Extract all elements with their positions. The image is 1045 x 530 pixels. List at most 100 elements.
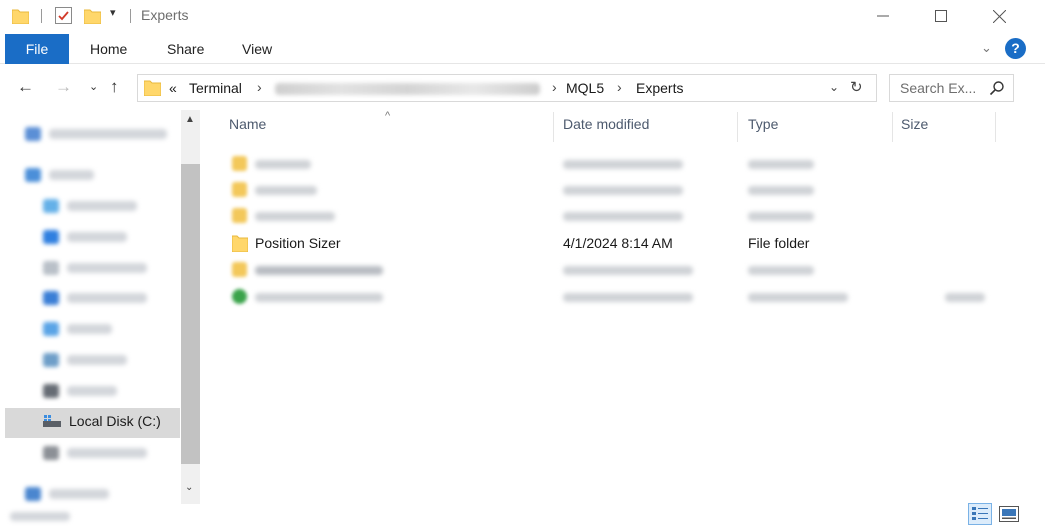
- nav-item-label-redacted: [49, 489, 109, 499]
- file-row[interactable]: [225, 284, 985, 310]
- nav-item-local-disk[interactable]: Local Disk (C:): [43, 413, 161, 429]
- file-row[interactable]: [225, 151, 985, 177]
- breadcrumb-separator[interactable]: ›: [552, 79, 557, 95]
- file-date: 4/1/2024 8:14 AM: [563, 235, 673, 251]
- breadcrumb-redacted[interactable]: [275, 83, 540, 95]
- nav-item-3d-objects[interactable]: [43, 194, 137, 218]
- breadcrumb-terminal[interactable]: Terminal: [189, 80, 242, 96]
- column-header-name[interactable]: Name: [229, 116, 266, 146]
- nav-item-network[interactable]: [25, 482, 109, 506]
- window-title: Experts: [141, 7, 189, 23]
- nav-item-cd-drive[interactable]: [43, 441, 147, 465]
- maximize-button[interactable]: [918, 0, 964, 32]
- nav-item-label-redacted: [67, 293, 147, 303]
- title-bar: ▾ Experts: [0, 0, 1045, 32]
- nav-item-videos[interactable]: [43, 379, 117, 403]
- tab-home[interactable]: Home: [90, 34, 127, 64]
- document-icon: [43, 261, 59, 275]
- file-row[interactable]: [225, 203, 985, 229]
- expand-ribbon-icon[interactable]: ⌄: [981, 40, 992, 56]
- folder-icon: [232, 262, 247, 277]
- file-name: Position Sizer: [255, 235, 341, 251]
- nav-item-this-pc[interactable]: [25, 163, 94, 187]
- details-view-button[interactable]: [968, 503, 992, 525]
- refresh-icon[interactable]: ↻: [850, 78, 863, 96]
- nav-item-label: Local Disk (C:): [69, 413, 161, 429]
- divider: [41, 9, 42, 23]
- close-button[interactable]: [976, 0, 1022, 32]
- status-item-count-redacted: [10, 512, 70, 521]
- tab-view[interactable]: View: [242, 34, 272, 64]
- nav-item-music[interactable]: [43, 317, 112, 341]
- file-row[interactable]: Position Sizer 4/1/2024 8:14 AM File fol…: [225, 231, 985, 257]
- scroll-up-icon[interactable]: ▲: [185, 114, 195, 125]
- folder-icon: [232, 208, 247, 223]
- file-name-redacted: [255, 186, 317, 195]
- help-icon[interactable]: ?: [1005, 38, 1026, 59]
- recent-locations-icon[interactable]: ⌄: [89, 80, 98, 93]
- new-folder-icon[interactable]: [84, 8, 101, 24]
- column-divider[interactable]: [737, 112, 738, 142]
- file-size-redacted: [945, 293, 985, 302]
- video-icon: [43, 384, 59, 398]
- search-input[interactable]: Search Ex...: [900, 80, 976, 96]
- breadcrumb-separator[interactable]: ›: [257, 79, 262, 95]
- nav-item-label-redacted: [67, 201, 137, 211]
- cloud-icon: [25, 127, 41, 141]
- drive-icon: [43, 415, 61, 427]
- minimize-icon: [877, 15, 889, 17]
- column-divider[interactable]: [892, 112, 893, 142]
- navigation-pane: Local Disk (C:) ▲ ⌄: [0, 110, 200, 530]
- ribbon: File Home Share View ⌄ ?: [0, 34, 1045, 64]
- customize-quick-access-icon[interactable]: ▾: [110, 6, 116, 24]
- file-row[interactable]: [225, 257, 985, 283]
- music-icon: [43, 322, 59, 336]
- nav-item-onedrive[interactable]: [25, 122, 167, 146]
- picture-icon: [43, 353, 59, 367]
- tab-share[interactable]: Share: [167, 34, 204, 64]
- address-bar[interactable]: « Terminal › › MQL5 › Experts ⌄ ↻: [137, 74, 877, 102]
- file-type-redacted: [748, 186, 814, 195]
- file-name-redacted: [255, 266, 383, 275]
- column-divider[interactable]: [553, 112, 554, 142]
- folder-icon[interactable]: [12, 8, 29, 24]
- breadcrumb-overflow[interactable]: «: [169, 80, 177, 96]
- column-header-date[interactable]: Date modified: [563, 116, 649, 146]
- folder-icon: [232, 235, 248, 252]
- file-type-redacted: [748, 266, 814, 275]
- nav-item-label-redacted: [67, 263, 147, 273]
- chevron-down-icon[interactable]: ⌄: [829, 80, 839, 94]
- details-view-icon: [972, 507, 988, 520]
- scroll-down-icon[interactable]: ⌄: [185, 482, 193, 493]
- column-header-type[interactable]: Type: [748, 116, 778, 146]
- folder-icon: [232, 156, 247, 171]
- breadcrumb-experts[interactable]: Experts: [636, 80, 683, 96]
- properties-quick-access-icon[interactable]: [55, 7, 72, 24]
- program-icon: [232, 289, 247, 304]
- cd-drive-icon: [43, 446, 59, 460]
- nav-item-pictures[interactable]: [43, 348, 127, 372]
- forward-arrow-icon[interactable]: →: [55, 77, 72, 97]
- search-icon[interactable]: [989, 80, 1005, 96]
- file-row[interactable]: [225, 177, 985, 203]
- nav-item-label-redacted: [49, 170, 94, 180]
- minimize-button[interactable]: [860, 0, 906, 32]
- large-icons-view-icon[interactable]: [999, 506, 1019, 522]
- nav-item-desktop[interactable]: [43, 225, 127, 249]
- back-arrow-icon[interactable]: ←: [17, 77, 34, 97]
- search-box[interactable]: Search Ex...: [889, 74, 1014, 102]
- breadcrumb-mql5[interactable]: MQL5: [566, 80, 604, 96]
- file-name-redacted: [255, 293, 383, 302]
- column-header-size[interactable]: Size: [901, 116, 928, 146]
- breadcrumb-separator[interactable]: ›: [617, 79, 622, 95]
- scrollbar-thumb[interactable]: [181, 164, 200, 464]
- tab-file[interactable]: File: [5, 34, 69, 64]
- nav-item-downloads[interactable]: [43, 286, 147, 310]
- file-type-redacted: [748, 160, 814, 169]
- desktop-icon: [43, 230, 59, 244]
- sort-ascending-icon: ^: [385, 110, 391, 122]
- cube-icon: [43, 199, 59, 213]
- up-arrow-icon[interactable]: ↑: [110, 77, 119, 97]
- nav-item-documents[interactable]: [43, 256, 147, 280]
- column-divider[interactable]: [995, 112, 996, 142]
